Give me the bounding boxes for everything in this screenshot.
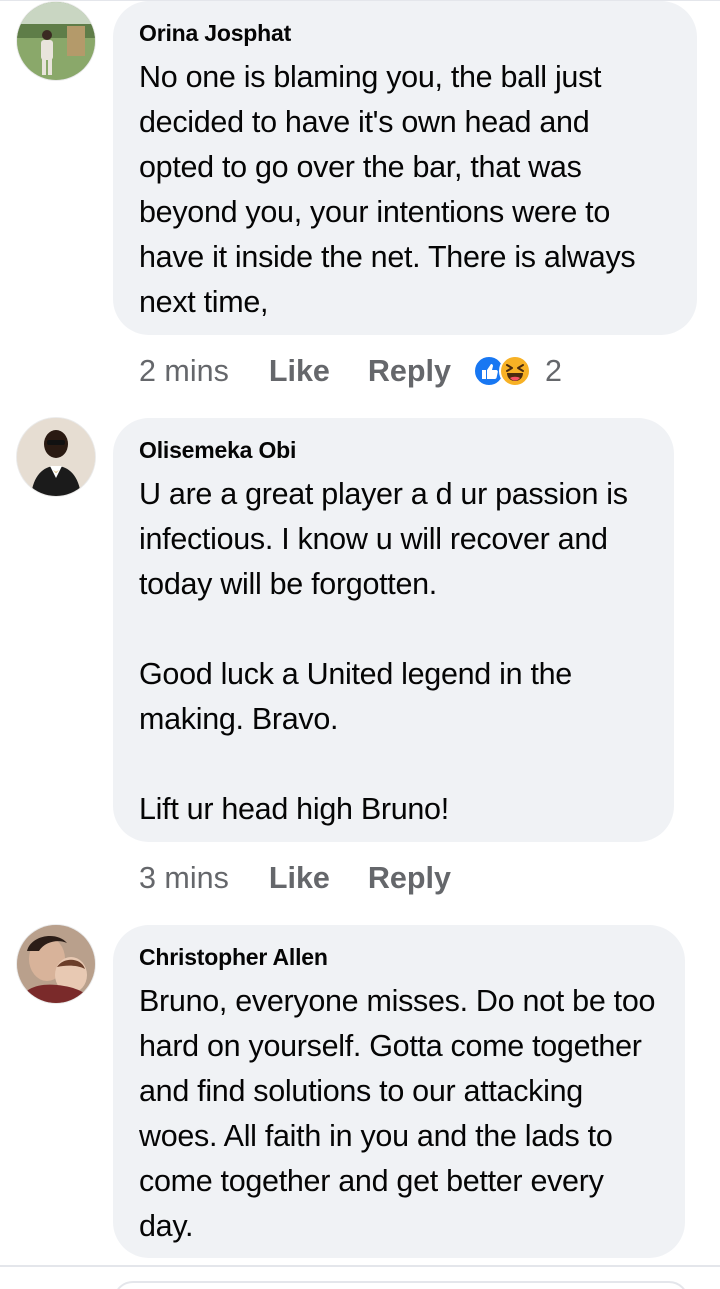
avatar[interactable] xyxy=(17,925,95,1003)
avatar[interactable] xyxy=(17,418,95,496)
comment-actions: 3 mins Like Reply xyxy=(139,858,489,898)
like-button[interactable]: Like xyxy=(269,861,330,896)
comment-bubble: Olisemeka Obi U are a great player a d u… xyxy=(113,418,674,842)
comment-timestamp[interactable]: 3 mins xyxy=(139,861,229,896)
comment-text: Bruno, everyone misses. Do not be too ha… xyxy=(139,984,656,1243)
comment-text: No one is blaming you, the ball just dec… xyxy=(139,60,636,319)
like-button[interactable]: Like xyxy=(269,354,330,389)
haha-reaction-icon xyxy=(498,355,531,387)
comments-thread: Orina Josphat No one is blaming you, the… xyxy=(0,0,720,1289)
comment-author[interactable]: Christopher Allen xyxy=(139,943,659,971)
reactions-summary[interactable]: 2 xyxy=(472,353,562,389)
reply-button[interactable]: Reply xyxy=(368,354,451,389)
comment-author[interactable]: Olisemeka Obi xyxy=(139,436,648,464)
comment-bubble: Christopher Allen Bruno, everyone misses… xyxy=(113,925,685,1258)
comment-bubble: Orina Josphat No one is blaming you, the… xyxy=(113,1,697,335)
next-comment-bubble xyxy=(113,1281,689,1289)
reply-button[interactable]: Reply xyxy=(368,861,451,896)
avatar[interactable] xyxy=(17,2,95,80)
reaction-icons xyxy=(472,353,535,389)
divider xyxy=(0,1265,720,1267)
comment-author[interactable]: Orina Josphat xyxy=(139,19,671,47)
reaction-count: 2 xyxy=(544,353,562,388)
comment-text: U are a great player a d ur passion is i… xyxy=(139,477,628,826)
comment-actions: 2 mins Like Reply 2 xyxy=(139,351,562,391)
comment-timestamp[interactable]: 2 mins xyxy=(139,354,229,389)
